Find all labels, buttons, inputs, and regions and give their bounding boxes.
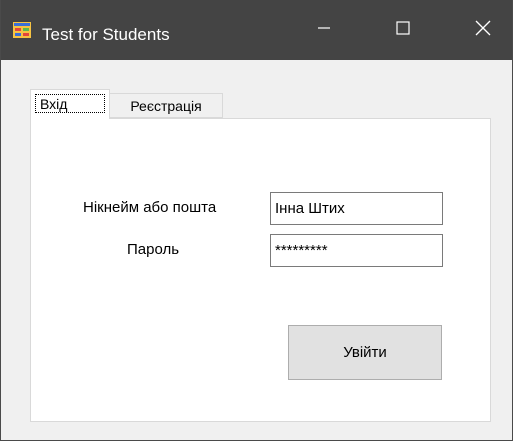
window-title: Test for Students — [42, 25, 170, 44]
nickname-input[interactable] — [270, 192, 443, 225]
password-label: Пароль — [127, 241, 180, 258]
maximize-button[interactable] — [380, 0, 426, 60]
nickname-label: Нікнейм або пошта — [83, 199, 217, 216]
tab-register-label: Реєстрація — [130, 97, 202, 114]
close-button[interactable] — [460, 0, 506, 60]
tab-focus-rect: Вхід — [35, 94, 105, 113]
tab-register[interactable]: Реєстрація — [109, 93, 223, 118]
tab-login[interactable]: Вхід — [30, 89, 110, 119]
app-form-icon — [13, 22, 31, 38]
password-input[interactable] — [270, 234, 443, 267]
close-icon — [475, 20, 491, 41]
app-window: Test for Students Вхід Реєстрація Нікней… — [0, 0, 513, 441]
maximize-icon — [396, 20, 410, 40]
minimize-button[interactable] — [301, 0, 347, 60]
tab-login-label: Вхід — [40, 95, 68, 112]
login-button-label: Увійти — [343, 344, 387, 361]
login-button[interactable]: Увійти — [288, 325, 442, 380]
title-bar[interactable]: Test for Students — [1, 0, 512, 60]
minimize-icon — [317, 21, 331, 40]
